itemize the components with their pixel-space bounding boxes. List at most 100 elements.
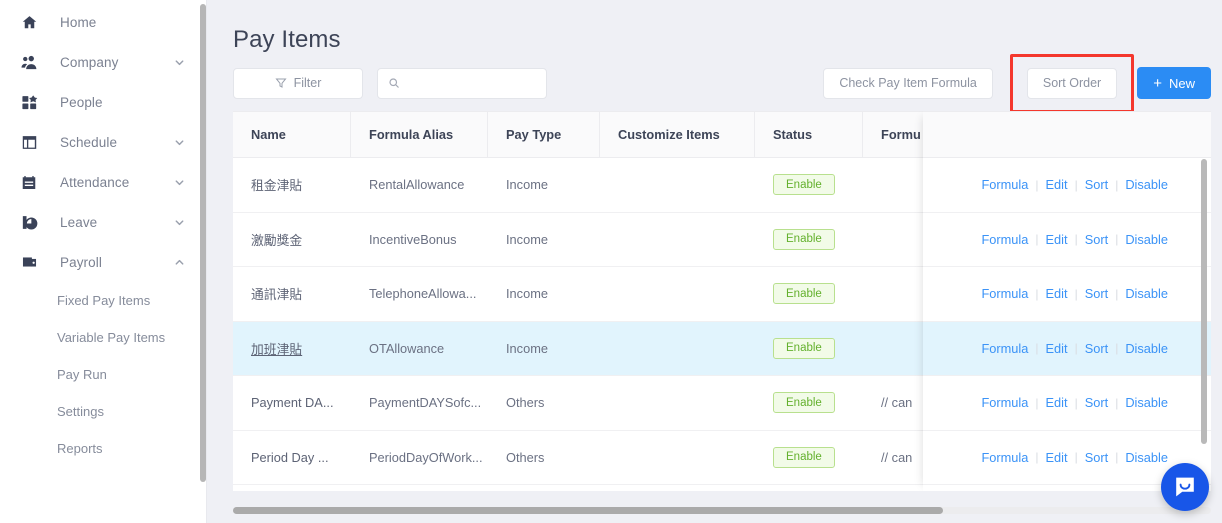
chevron-down-icon[interactable] xyxy=(173,136,185,148)
search-box[interactable] xyxy=(377,67,547,99)
action-sort[interactable]: Sort xyxy=(1085,450,1108,465)
table-horizontal-scrollbar-track[interactable] xyxy=(233,507,1211,514)
cell-name[interactable]: 通訊津貼 xyxy=(233,267,351,321)
action-sort[interactable]: Sort xyxy=(1085,286,1108,301)
sort-order-highlight-box: Sort Order xyxy=(1009,53,1135,113)
sidebar-subitem-pay-run[interactable]: Pay Run xyxy=(0,356,207,393)
chat-bubble-icon xyxy=(1173,475,1197,499)
action-sort[interactable]: Sort xyxy=(1085,232,1108,247)
chat-widget-button[interactable] xyxy=(1161,463,1209,511)
sidebar-item-label: Leave xyxy=(60,214,98,230)
page-title: Pay Items xyxy=(233,26,341,53)
sidebar-item-home[interactable]: Home xyxy=(0,2,207,42)
content-wrapper: Pay Items Filter Check Pay Item Formula xyxy=(233,0,1211,523)
action-disable[interactable]: Disable xyxy=(1125,395,1168,410)
chevron-up-icon[interactable] xyxy=(173,256,185,268)
action-separator: | xyxy=(1035,232,1039,247)
row-actions: Formula | Edit | Sort | Disable xyxy=(923,267,1211,322)
chevron-down-icon[interactable] xyxy=(173,176,185,188)
window-icon xyxy=(16,129,42,155)
sidebar-item-schedule[interactable]: Schedule xyxy=(0,122,207,162)
toolbar-actions: Check Pay Item Formula Sort Order + New xyxy=(823,53,1211,113)
cell-name[interactable]: 加班津貼 xyxy=(233,322,351,376)
row-actions: Formula | Edit | Sort | Disable xyxy=(923,376,1211,431)
action-sort[interactable]: Sort xyxy=(1085,395,1108,410)
cell-name[interactable]: Payment DA... xyxy=(233,376,351,430)
status-badge: Enable xyxy=(773,392,835,414)
chevron-down-icon[interactable] xyxy=(173,216,185,228)
table-horizontal-scrollbar-thumb[interactable] xyxy=(233,507,943,514)
cell-name[interactable]: Period Day ... xyxy=(233,431,351,485)
status-badge: Enable xyxy=(773,446,835,468)
sidebar-item-payroll[interactable]: Payroll xyxy=(0,242,207,282)
action-disable[interactable]: Disable xyxy=(1125,177,1168,192)
action-sort[interactable]: Sort xyxy=(1085,341,1108,356)
action-separator: | xyxy=(1035,341,1039,356)
cell-paytype: Income xyxy=(506,177,548,193)
action-separator: | xyxy=(1115,177,1119,192)
action-disable[interactable]: Disable xyxy=(1125,450,1168,465)
sidebar-item-attendance[interactable]: Attendance xyxy=(0,162,207,202)
action-edit[interactable]: Edit xyxy=(1046,341,1068,356)
action-edit[interactable]: Edit xyxy=(1046,395,1068,410)
column-header-paytype[interactable]: Pay Type xyxy=(488,112,600,157)
sidebar-subitem-variable-pay-items[interactable]: Variable Pay Items xyxy=(0,319,207,356)
column-header-status[interactable]: Status xyxy=(755,112,863,157)
action-disable[interactable]: Disable xyxy=(1125,286,1168,301)
action-separator: | xyxy=(1074,177,1078,192)
sidebar-subitem-reports[interactable]: Reports xyxy=(0,430,207,467)
action-edit[interactable]: Edit xyxy=(1046,286,1068,301)
action-separator: | xyxy=(1115,341,1119,356)
action-disable[interactable]: Disable xyxy=(1125,232,1168,247)
clipboard-icon xyxy=(16,169,42,195)
sort-order-button[interactable]: Sort Order xyxy=(1026,67,1118,99)
search-icon xyxy=(388,77,400,89)
column-header-name[interactable]: Name xyxy=(233,112,351,157)
cell-paytype: Others xyxy=(506,395,545,411)
action-formula[interactable]: Formula xyxy=(981,232,1028,247)
cell-alias: RentalAllowance xyxy=(369,177,465,193)
action-sort[interactable]: Sort xyxy=(1085,177,1108,192)
app-root: Home Company People Schedule Attendance … xyxy=(0,0,1222,523)
sidebar-item-people[interactable]: People xyxy=(0,82,207,122)
cell-alias: IncentiveBonus xyxy=(369,231,457,247)
check-pay-item-formula-button[interactable]: Check Pay Item Formula xyxy=(823,67,993,99)
chevron-down-icon[interactable] xyxy=(173,56,185,68)
filter-button[interactable]: Filter xyxy=(233,67,363,99)
sidebar-nav-list: Home Company People Schedule Attendance … xyxy=(0,0,207,467)
action-formula[interactable]: Formula xyxy=(981,286,1028,301)
action-edit[interactable]: Edit xyxy=(1046,450,1068,465)
action-formula[interactable]: Formula xyxy=(981,450,1028,465)
status-badge: Enable xyxy=(773,283,835,305)
grid-icon xyxy=(16,89,42,115)
action-separator: | xyxy=(1074,286,1078,301)
action-formula[interactable]: Formula xyxy=(981,395,1028,410)
action-formula[interactable]: Formula xyxy=(981,341,1028,356)
search-input[interactable] xyxy=(408,76,538,90)
pay-items-table: Name Formula Alias Pay Type Customize It… xyxy=(233,111,1211,491)
cell-name[interactable]: 激勵獎金 xyxy=(233,213,351,267)
action-formula[interactable]: Formula xyxy=(981,177,1028,192)
row-actions: Formula | Edit | Sort | Disable xyxy=(923,158,1211,213)
sidebar-subitem-fixed-pay-items[interactable]: Fixed Pay Items xyxy=(0,282,207,319)
action-edit[interactable]: Edit xyxy=(1046,232,1068,247)
sidebar-item-label: People xyxy=(60,94,103,110)
action-column-header xyxy=(923,111,1211,158)
cell-status: Enable xyxy=(755,322,863,376)
cell-name[interactable]: 租金津貼 xyxy=(233,158,351,212)
sidebar-subitem-settings[interactable]: Settings xyxy=(0,393,207,430)
column-header-alias[interactable]: Formula Alias xyxy=(351,112,488,157)
action-disable[interactable]: Disable xyxy=(1125,341,1168,356)
action-separator: | xyxy=(1115,450,1119,465)
column-header-customize-items[interactable]: Customize Items xyxy=(600,112,755,157)
table-vertical-scrollbar[interactable] xyxy=(1201,159,1207,444)
action-edit[interactable]: Edit xyxy=(1046,177,1068,192)
action-separator: | xyxy=(1074,450,1078,465)
new-button[interactable]: + New xyxy=(1137,67,1211,99)
sidebar-item-company[interactable]: Company xyxy=(0,42,207,82)
sidebar: Home Company People Schedule Attendance … xyxy=(0,0,207,523)
users-icon xyxy=(16,49,42,75)
new-button-label: New xyxy=(1168,75,1195,91)
sidebar-item-leave[interactable]: Leave xyxy=(0,202,207,242)
action-separator: | xyxy=(1074,341,1078,356)
